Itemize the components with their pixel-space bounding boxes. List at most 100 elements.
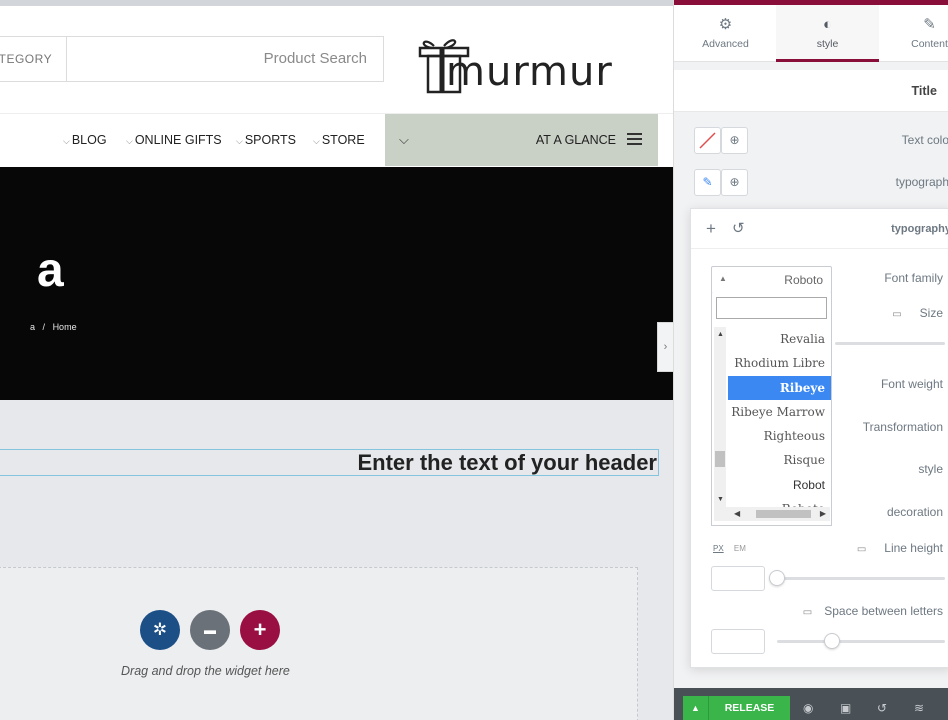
nav-item-online-gifts[interactable]: ⌵ ONLINE GIFTS xyxy=(126,114,222,166)
globe-icon[interactable]: ⊕ xyxy=(721,127,748,154)
font-option[interactable]: Revalia xyxy=(728,327,831,351)
horizontal-scrollbar[interactable]: ◀ ▶ xyxy=(714,507,830,521)
reset-icon[interactable]: ↺ xyxy=(732,219,745,237)
letter-spacing-slider[interactable] xyxy=(777,640,945,643)
caret-up-icon: ▲ xyxy=(719,274,727,283)
letter-spacing-input[interactable] xyxy=(711,629,765,654)
popover-header: + ↺ typography xyxy=(691,209,948,249)
joomla-button[interactable]: ✲ xyxy=(140,610,180,650)
font-family-select[interactable]: ▲ Roboto xyxy=(711,266,832,294)
hero-banner: a a / Home xyxy=(0,167,673,400)
tab-label: Content xyxy=(911,38,948,50)
tab-style[interactable]: ◐ style xyxy=(776,5,879,62)
site-header: ATEGORY Product Search murmur xyxy=(0,6,673,113)
line-height-label: Line height xyxy=(884,541,943,555)
color-picker-button[interactable] xyxy=(694,127,721,154)
line-height-slider-knob[interactable] xyxy=(769,570,785,586)
publish-options-button[interactable]: ▲ xyxy=(683,696,709,720)
style-label: style xyxy=(918,462,943,476)
pencil-icon: ✎ xyxy=(923,16,936,33)
font-option[interactable]: Ribeye Marrow xyxy=(728,400,831,424)
font-family-value: Roboto xyxy=(784,273,823,287)
product-search-box[interactable]: ATEGORY Product Search xyxy=(0,36,384,82)
logo-text: murmur xyxy=(446,49,613,95)
vertical-scrollbar[interactable]: ▲ ▼ xyxy=(714,327,726,507)
font-option[interactable]: Righteous xyxy=(728,424,831,448)
text-color-row: ⊕ Text colo xyxy=(674,120,948,160)
chevron-down-icon: ⌵ xyxy=(126,136,133,146)
typography-popover: + ↺ typography Font family ▭ Size Font we… xyxy=(690,208,948,668)
add-widget-button[interactable]: + xyxy=(240,610,280,650)
caret-up-icon: ▲ xyxy=(691,703,700,713)
tab-label: Advanced xyxy=(702,38,749,50)
nav-label: STORE xyxy=(321,133,365,147)
line-height-input[interactable] xyxy=(711,566,765,591)
font-option[interactable]: Rhodium Libre xyxy=(728,351,831,375)
scroll-right-icon[interactable]: ▶ xyxy=(820,509,826,518)
font-options-list: Revalia Rhodium Libre Ribeye Ribeye Marr… xyxy=(728,327,831,507)
font-option[interactable]: Risque xyxy=(728,448,831,472)
breadcrumb: a / Home xyxy=(30,322,82,332)
popover-title: typography xyxy=(891,223,948,235)
pencil-edit-icon[interactable]: ✎ xyxy=(694,169,721,196)
panel-tabs: ⚙ Advanced ◐ style ✎ Content xyxy=(674,5,948,62)
joomla-icon: ✲ xyxy=(152,620,168,639)
layers-icon[interactable]: ≋ xyxy=(914,701,924,715)
chevron-down-icon: ⌵ xyxy=(236,136,243,146)
letter-spacing-slider-knob[interactable] xyxy=(824,633,840,649)
nav-label: BLOG xyxy=(71,133,107,147)
eye-icon[interactable]: ◉ xyxy=(803,701,813,715)
font-family-label: Font family xyxy=(884,271,943,285)
scroll-up-icon[interactable]: ▲ xyxy=(717,331,724,338)
plus-icon[interactable]: + xyxy=(706,219,716,239)
font-option[interactable]: Roboto xyxy=(728,497,831,507)
typography-row: ✎ ⊕ typograph xyxy=(674,163,948,203)
font-option[interactable]: Robot xyxy=(728,473,831,497)
scroll-thumb[interactable] xyxy=(756,510,811,518)
section-title-bar[interactable]: Title xyxy=(674,70,948,112)
site-logo[interactable]: murmur xyxy=(414,30,646,96)
nav-item-blog[interactable]: ⌵ BLOG xyxy=(63,114,107,166)
nav-item-sports[interactable]: ⌵ SPORTS xyxy=(236,114,296,166)
scroll-left-icon[interactable]: ◀ xyxy=(734,509,740,518)
scroll-down-icon[interactable]: ▼ xyxy=(717,496,724,503)
scroll-thumb[interactable] xyxy=(715,451,725,467)
category-select[interactable]: ATEGORY xyxy=(0,37,67,81)
drop-zone[interactable]: ✲ ▬ + Drag and drop the widget here xyxy=(0,567,638,720)
responsive-icon[interactable]: ▣ xyxy=(840,701,851,715)
plus-icon: + xyxy=(253,617,267,642)
main-nav: ⌵ BLOG ⌵ ONLINE GIFTS ⌵ SPORTS ⌵ STORE ⌵ AT … xyxy=(0,113,673,167)
hamburger-icon[interactable] xyxy=(627,133,642,145)
template-library-button[interactable]: ▬ xyxy=(190,610,230,650)
desktop-icon: ▭ xyxy=(856,544,867,555)
glance-menu[interactable]: ⌵ AT A GLANCE xyxy=(385,114,658,166)
font-search-input[interactable] xyxy=(716,297,827,319)
tab-advanced[interactable]: ⚙ Advanced xyxy=(674,5,777,62)
heading-widget[interactable]: Enter the text of your header xyxy=(0,449,659,476)
nav-label: ONLINE GIFTS xyxy=(134,133,222,147)
release-button[interactable]: RELEASE xyxy=(709,696,790,720)
globe-icon[interactable]: ⊕ xyxy=(721,169,748,196)
editor-panel: ⚙ Advanced ◐ style ✎ Content Title ⊕ Tex… xyxy=(673,0,948,720)
font-option-selected[interactable]: Ribeye xyxy=(728,375,831,400)
no-color-icon xyxy=(699,132,716,149)
unit-px[interactable]: PX xyxy=(713,544,724,553)
line-height-slider[interactable] xyxy=(775,577,945,580)
heading-text[interactable]: Enter the text of your header xyxy=(357,450,657,476)
breadcrumb-item[interactable]: a xyxy=(30,322,35,332)
desktop-icon: ▭ xyxy=(802,607,813,618)
tab-content[interactable]: ✎ Content xyxy=(878,5,948,62)
text-color-label: Text colo xyxy=(901,133,948,147)
page-title: a xyxy=(37,244,64,297)
nav-item-store[interactable]: ⌵ STORE xyxy=(313,114,365,166)
search-input[interactable]: Product Search xyxy=(264,37,367,81)
transformation-label: Transformation xyxy=(862,420,943,434)
unit-switcher: PX EM xyxy=(713,544,746,553)
history-icon[interactable]: ↺ xyxy=(877,701,887,715)
chevron-down-icon[interactable]: ⌵ xyxy=(399,114,409,166)
breadcrumb-home[interactable]: Home xyxy=(53,322,77,332)
unit-em[interactable]: EM xyxy=(734,544,746,553)
size-slider[interactable] xyxy=(835,342,945,345)
panel-toggle-handle[interactable]: › xyxy=(657,322,673,372)
section-title: Title xyxy=(911,84,937,98)
